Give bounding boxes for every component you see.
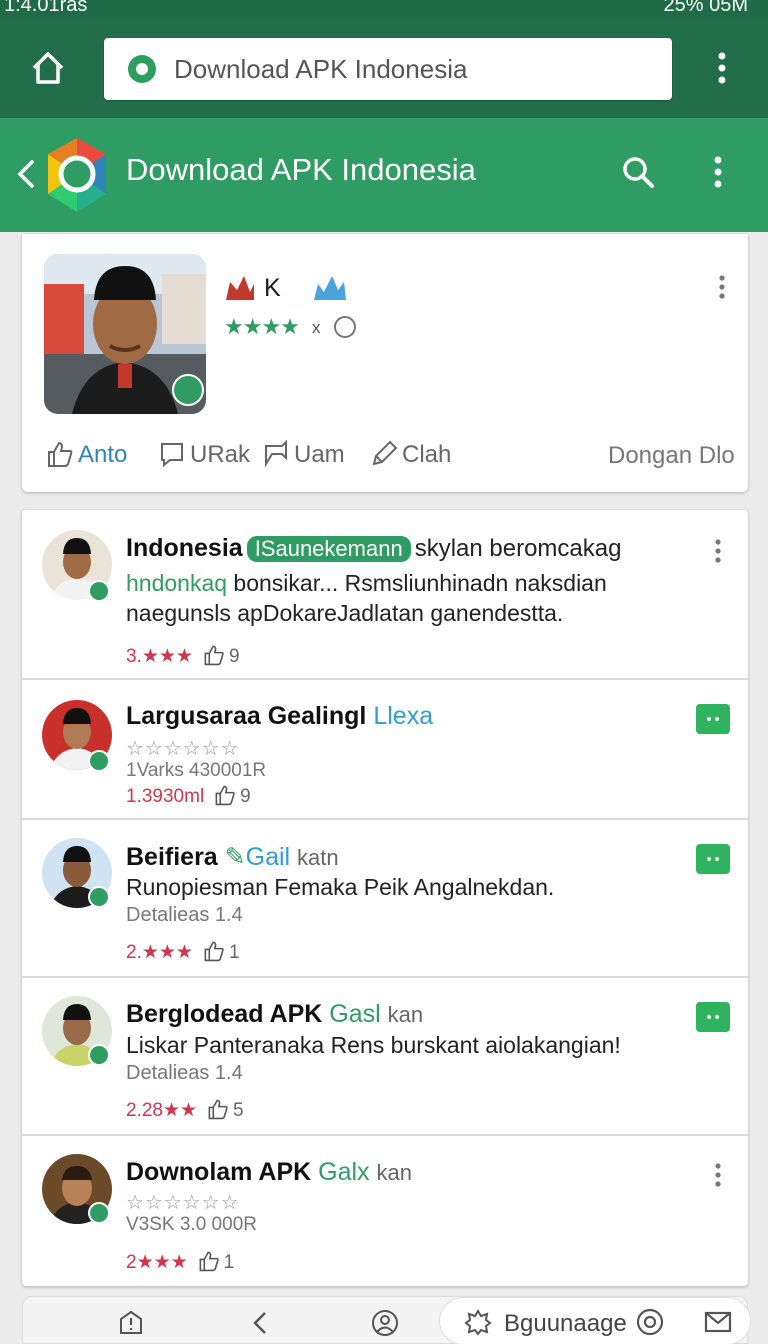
home-icon[interactable] [28,48,68,88]
review-score: 3.★★★ 9 [126,644,240,667]
review-text: hndonkaq bonsikar... Rsmsliunhinadn naks… [126,570,607,596]
search-icon[interactable] [618,152,658,192]
share-action[interactable]: Uam [262,440,345,469]
pencil-icon [372,440,398,466]
url-text: Download APK Indonesia [174,54,468,84]
comment-icon [161,443,183,468]
language-pill[interactable]: Bguunaage [439,1297,751,1344]
review-score: 2.★★★ 1 [126,940,240,963]
review-title: Berglodead APK Gasl kan [126,1000,424,1028]
nav-back-icon[interactable] [247,1309,275,1337]
list-item[interactable]: Berglodead APK Gasl kan Liskar Panterana… [22,978,748,1136]
review-title: Beifiera ✎Gail katn [126,843,339,871]
card-menu-icon[interactable] [712,272,732,304]
verified-badge-icon [88,750,110,772]
thumbs-up-icon [48,441,73,467]
review-text: Runopiesman Femaka Peik Angalnekdan. [126,874,555,900]
chat-bubble-icon[interactable] [696,844,730,874]
review-tag: ISaunekemann [246,536,411,562]
review-title: Largusaraa Gealingl Llexa [126,702,434,730]
browser-toolbar: Download APK Indonesia [0,18,768,118]
like-icon[interactable] [207,1098,229,1120]
info-icon[interactable] [117,1309,145,1337]
app-bar: Download APK Indonesia [0,118,768,232]
chat-bubble-icon[interactable] [696,1002,730,1032]
like-icon[interactable] [203,644,225,666]
status-bar: 1:4.01ras 25% 05M [0,0,768,18]
verified-badge-icon [88,1044,110,1066]
rating-info-icon[interactable] [334,316,356,338]
app-verified-badge-icon [172,374,204,406]
edit-action[interactable]: Clah [370,440,451,469]
like-icon[interactable] [214,784,236,806]
app-name: K [264,274,281,302]
comment-action[interactable]: URak [158,440,250,469]
list-item[interactable]: Downolam APK Galx kan ☆☆☆☆☆☆ V3SK 3.0 00… [22,1136,748,1286]
status-time: 1:4.01ras [4,0,88,16]
verified-badge-icon [88,580,110,602]
status-indicators: 25% 05M [663,0,749,16]
app-rating-suffix: x [312,318,321,337]
browser-menu-icon[interactable] [708,48,736,88]
review-menu-icon[interactable] [708,1160,728,1192]
review-text-2: naegunsls apDokareJadlatan ganendestta. [126,600,564,626]
review-meta: Detalieas 1.4 [126,1062,243,1084]
like-count: 9 [228,646,240,667]
list-item[interactable]: Beifiera ✎Gail katn Runopiesman Femaka P… [22,820,748,978]
back-arrow-icon[interactable] [10,154,40,194]
language-label: Bguunaage [504,1310,627,1337]
review-meta: V3SK 3.0 000R [126,1214,257,1235]
app-rating-stars: ★★★★ [224,314,300,339]
like-icon[interactable] [198,1250,220,1272]
review-menu-icon[interactable] [708,536,728,568]
verified-badge-icon [88,886,110,908]
share-icon [265,440,287,468]
list-item[interactable]: Largusaraa Gealingl Llexa ☆☆☆☆☆☆ 1Varks … [22,680,748,820]
camera-icon[interactable] [636,1308,664,1336]
review-title: Indonesia ISaunekemann skylan beromcakag [126,534,622,562]
like-count: 5 [233,1100,244,1121]
review-title: Downolam APK Galx kan [126,1158,412,1186]
review-score: 2.28★★ 5 [126,1098,244,1121]
like-action[interactable]: Anto [46,440,127,469]
review-list: Indonesia ISaunekemann skylan beromcakag h… [22,510,748,1286]
app-title: Download APK Indonesia [126,152,476,187]
app-info-card: K ★★★★ x Anto URak Uam Clah Dongan Dlo [22,234,748,492]
review-meta: Detalieas 1.4 [126,904,243,926]
bottom-navigation: Bguunaage [22,1296,751,1344]
like-count: 1 [228,942,240,963]
app-header-icons [222,272,352,304]
empty-rating-stars: ☆☆☆☆☆☆ [126,1192,240,1214]
like-count: 1 [223,1252,235,1273]
review-text: Liskar Panteranaka Rens burskant aiolaka… [126,1032,621,1058]
review-meta: 1Varks 430001R [126,760,267,781]
profile-icon[interactable] [371,1309,399,1337]
review-score: 1.3930ml 9 [126,784,251,807]
empty-rating-stars: ☆☆☆☆☆☆ [126,738,240,760]
like-icon[interactable] [203,940,225,962]
mail-icon[interactable] [704,1308,732,1336]
app-logo-icon [44,134,110,216]
verified-badge-icon [88,1202,110,1224]
like-count: 9 [240,786,251,807]
url-bar[interactable]: Download APK Indonesia [104,38,672,100]
puzzle-icon [464,1308,492,1336]
secure-site-icon [128,55,156,83]
chat-bubble-icon[interactable] [696,704,730,734]
download-action[interactable]: Dongan Dlo [608,442,735,470]
list-item[interactable]: Indonesia ISaunekemann skylan beromcakag h… [22,510,748,680]
app-menu-icon[interactable] [704,152,732,192]
review-score: 2★★★ 1 [126,1250,235,1273]
